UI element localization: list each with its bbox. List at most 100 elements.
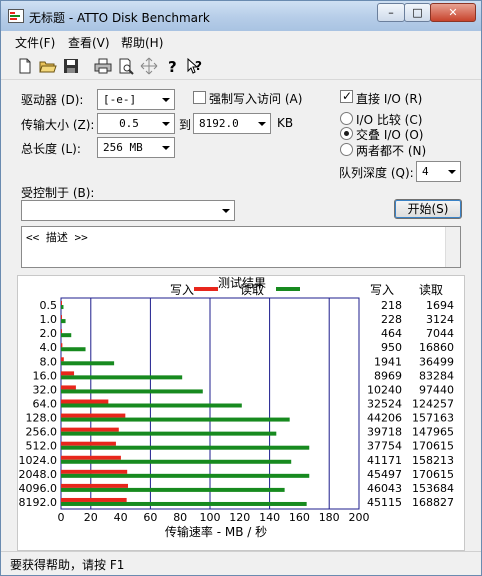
write-value: 46043	[367, 482, 402, 495]
read-value: 16860	[419, 341, 454, 354]
y-tick-label: 4.0	[40, 341, 58, 354]
write-value: 10240	[367, 383, 402, 396]
x-tick-label: 140	[259, 511, 280, 524]
overlapped-io-label: 交叠 I/O (O)	[356, 128, 424, 142]
open-folder-icon[interactable]	[39, 57, 57, 75]
direct-io-checkbox[interactable]	[340, 89, 353, 103]
status-text: 要获得帮助，请按 F1	[10, 558, 125, 572]
read-bar	[61, 501, 307, 506]
write-bar	[61, 399, 109, 404]
io-compare-radio[interactable]	[340, 112, 353, 125]
read-value: 158213	[412, 454, 454, 467]
write-bar	[61, 301, 62, 306]
controlled-by-label: 受控制于 (B):	[21, 186, 95, 200]
status-bar: 要获得帮助，请按 F1	[1, 551, 481, 575]
y-tick-label: 32.0	[33, 383, 58, 396]
results-panel: 测试结果 写入 读取 写入 读取 0 20 40 60 80 100 120 140 160 18…	[17, 275, 465, 551]
read-value: 157163	[412, 412, 454, 425]
read-value: 83284	[419, 369, 454, 382]
force-write-label: 强制写入访问 (A)	[209, 92, 303, 106]
transfer-to-select[interactable]: 8192.0	[193, 113, 271, 134]
write-bar	[61, 427, 119, 432]
y-tick-label: 2048.0	[19, 468, 58, 481]
write-bar	[61, 469, 128, 474]
y-tick-label: 16.0	[33, 369, 58, 382]
chevron-down-icon	[444, 163, 459, 180]
queue-depth-select[interactable]: 4	[416, 161, 461, 182]
write-value: 45497	[367, 468, 402, 481]
menu-help[interactable]: 帮助(H)	[121, 34, 163, 51]
write-value: 1941	[374, 355, 402, 368]
neither-radio[interactable]	[340, 143, 353, 156]
total-length-select[interactable]: 256 MB	[97, 137, 175, 158]
maximize-button[interactable]: □	[404, 3, 431, 22]
svg-text:?: ?	[168, 58, 177, 75]
close-button[interactable]: ✕	[430, 3, 476, 22]
drive-select[interactable]: [-e-]	[97, 89, 175, 110]
help-icon[interactable]: ?	[163, 57, 181, 75]
read-value: 124257	[412, 398, 454, 411]
to-label: 到	[179, 118, 192, 132]
start-button[interactable]: 开始(S)	[394, 199, 462, 219]
description-textarea[interactable]: << 描述 >>	[21, 226, 461, 268]
x-tick-label: 180	[319, 511, 340, 524]
y-tick-label: 2.0	[40, 327, 58, 340]
description-scrollbar[interactable]	[445, 227, 460, 267]
write-value: 8969	[374, 369, 402, 382]
chevron-down-icon	[158, 115, 173, 132]
read-bar	[61, 487, 285, 492]
write-bar	[61, 483, 128, 488]
read-value: 170615	[412, 440, 454, 453]
read-bar	[61, 333, 72, 338]
x-tick-label: 0	[58, 511, 65, 524]
new-file-icon[interactable]	[16, 57, 34, 75]
read-value: 7044	[426, 327, 454, 340]
context-help-icon[interactable]: ?	[186, 57, 204, 75]
y-tick-label: 128.0	[26, 412, 58, 425]
read-value: 36499	[419, 355, 454, 368]
read-bar	[61, 459, 292, 464]
print-icon[interactable]	[94, 57, 112, 75]
menu-file[interactable]: 文件(F)	[15, 34, 55, 51]
read-value: 1694	[426, 299, 454, 312]
write-value: 950	[381, 341, 402, 354]
y-tick-label: 1.0	[40, 313, 58, 326]
read-bar	[61, 389, 203, 394]
move-icon[interactable]	[140, 57, 158, 75]
x-tick-label: 200	[349, 511, 370, 524]
write-value: 45115	[367, 496, 402, 509]
save-icon[interactable]	[62, 57, 80, 75]
x-axis-label: 传输速率 - MB / 秒	[165, 524, 267, 539]
y-tick-label: 256.0	[26, 426, 58, 439]
read-bar	[61, 417, 290, 422]
write-value: 228	[381, 313, 402, 326]
read-bar	[61, 473, 310, 478]
transfer-from-select[interactable]: 0.5	[97, 113, 175, 134]
menu-view[interactable]: 查看(V)	[68, 34, 110, 51]
x-tick-label: 60	[143, 511, 157, 524]
write-value: 39718	[367, 426, 402, 439]
read-bar	[61, 375, 183, 380]
read-bar	[61, 431, 277, 436]
y-tick-label: 4096.0	[19, 482, 58, 495]
menu-bar: 文件(F) 查看(V) 帮助(H)	[1, 31, 481, 51]
write-bar	[61, 497, 127, 502]
print-preview-icon[interactable]	[117, 57, 135, 75]
x-tick-label: 40	[114, 511, 128, 524]
overlapped-io-radio[interactable]	[340, 127, 353, 140]
window-title: 无标题 - ATTO Disk Benchmark	[29, 11, 210, 25]
results-chart: 写入 读取 写入 读取 0 20 40 60 80 100 120 140 160 180 200 0…	[19, 283, 455, 539]
read-value: 170615	[412, 468, 454, 481]
minimize-button[interactable]: –	[377, 3, 405, 22]
x-tick-label: 80	[173, 511, 187, 524]
read-bar	[61, 403, 242, 408]
y-tick-label: 0.5	[40, 299, 58, 312]
app-icon	[8, 9, 24, 23]
force-write-checkbox[interactable]	[193, 91, 206, 104]
x-tick-label: 20	[84, 511, 98, 524]
total-length-label: 总长度 (L):	[21, 142, 81, 156]
controlled-by-select[interactable]	[21, 200, 235, 221]
read-value: 168827	[412, 496, 454, 509]
write-bar	[61, 357, 64, 362]
title-bar[interactable]: 无标题 - ATTO Disk Benchmark – □ ✕	[1, 1, 481, 31]
